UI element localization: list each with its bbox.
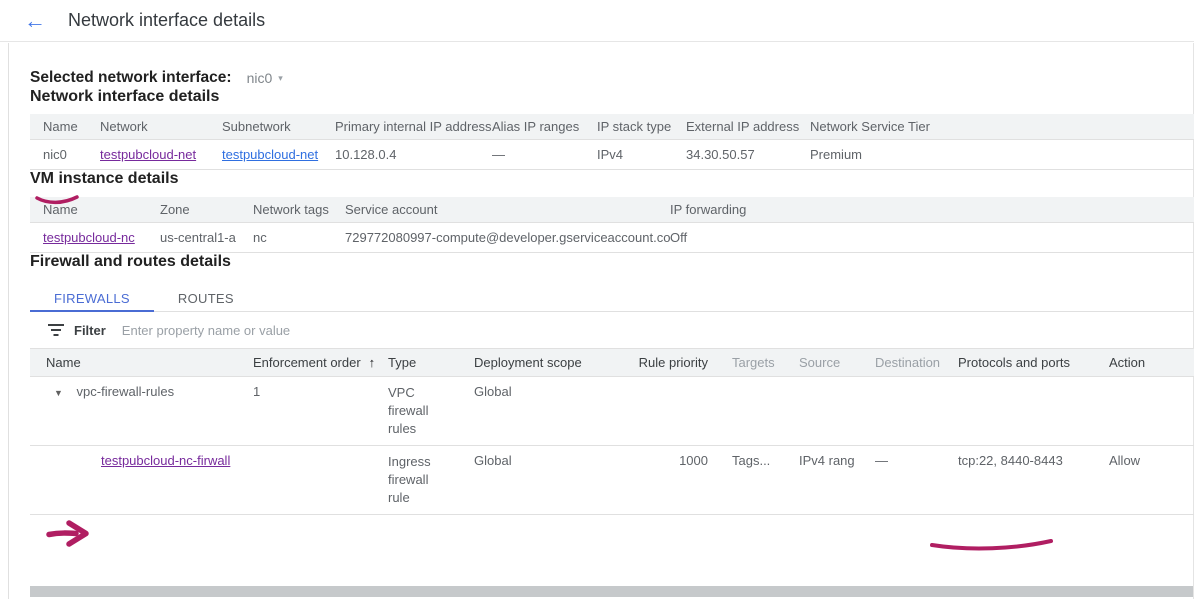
column-header: Name <box>30 114 100 140</box>
primary-internal-ip-cell: 10.128.0.4 <box>335 140 492 170</box>
rule-priority-cell: 1000 <box>620 446 712 515</box>
table-header-row: Name Enforcement order ↑ Type Deployment … <box>30 349 1194 377</box>
network-tags-cell: nc <box>253 223 345 253</box>
rule-priority-cell <box>620 377 712 446</box>
filter-icon <box>48 324 64 336</box>
network-service-tier-cell: Premium <box>810 140 1194 170</box>
column-header: External IP address <box>686 114 810 140</box>
enforcement-order-cell: 1 <box>253 377 388 446</box>
chevron-down-icon: ▾ <box>278 73 283 84</box>
tab-firewalls[interactable]: FIREWALLS <box>30 285 154 311</box>
content-panel: Selected network interface: nic0 ▾ Netwo… <box>8 43 1194 599</box>
column-header: Network Service Tier <box>810 114 1194 140</box>
firewall-rule-row: testpubcloud-nc-firwall Ingress firewall… <box>30 446 1194 515</box>
sort-ascending-icon: ↑ <box>369 355 376 370</box>
page-title: Network interface details <box>68 10 265 31</box>
column-header: Service account <box>345 197 670 223</box>
network-interface-details-page: ← Network interface details Selected net… <box>0 0 1194 599</box>
column-header: Network tags <box>253 197 345 223</box>
firewall-rule-link[interactable]: testpubcloud-nc-firwall <box>101 453 230 468</box>
firewall-group-name: vpc-firewall-rules <box>77 384 175 399</box>
ip-stack-type-cell: IPv4 <box>597 140 686 170</box>
firewall-routes-tabs: FIREWALLS ROUTES <box>30 285 1193 312</box>
interface-selector-line: Selected network interface: nic0 ▾ <box>30 68 1193 88</box>
column-header: IP stack type <box>597 114 686 140</box>
column-header: Source <box>799 349 875 377</box>
network-link[interactable]: testpubcloud-net <box>100 147 196 162</box>
back-arrow-icon[interactable]: ← <box>24 10 46 32</box>
column-header: Primary internal IP address <box>335 114 492 140</box>
column-header: Name <box>30 197 160 223</box>
targets-cell[interactable]: Tags... <box>712 446 799 515</box>
type-cell: Ingress firewall rule <box>388 453 444 507</box>
type-cell: VPC firewall rules <box>388 384 444 438</box>
filter-bar: Filter <box>30 312 1193 349</box>
nic-name-cell: nic0 <box>30 140 100 170</box>
column-header: Protocols and ports <box>958 349 1109 377</box>
external-ip-cell: 34.30.50.57 <box>686 140 810 170</box>
column-header: Subnetwork <box>222 114 335 140</box>
action-cell <box>1109 377 1194 446</box>
destination-cell: — <box>875 446 958 515</box>
app-bar: ← Network interface details <box>0 0 1194 42</box>
column-header: Action <box>1109 349 1194 377</box>
protocols-ports-cell <box>958 377 1109 446</box>
targets-cell <box>712 377 799 446</box>
deployment-scope-cell: Global <box>474 446 620 515</box>
table-header-row: Name Zone Network tags Service account I… <box>30 197 1194 223</box>
collapse-triangle-icon[interactable]: ▼ <box>54 388 63 398</box>
column-header: Rule priority <box>620 349 712 377</box>
filter-input[interactable] <box>120 322 544 339</box>
source-cell <box>799 377 875 446</box>
protocols-ports-cell: tcp:22, 8440-8443 <box>958 446 1109 515</box>
firewall-routes-details-title: Firewall and routes details <box>30 253 1193 271</box>
service-account-cell: 729772080997-compute@developer.gservicea… <box>345 223 670 253</box>
column-header: Destination <box>875 349 958 377</box>
firewall-group-row: ▼ vpc-firewall-rules 1 VPC firewall rule… <box>30 377 1194 446</box>
column-header: Type <box>388 349 474 377</box>
interface-selector-value: nic0 <box>247 70 273 86</box>
table-header-row: Name Network Subnetwork Primary internal… <box>30 114 1194 140</box>
vm-instance-details-title: VM instance details <box>30 170 1193 188</box>
interface-selector-dropdown[interactable]: nic0 ▾ <box>247 70 283 86</box>
destination-cell <box>875 377 958 446</box>
column-header-label: Enforcement order <box>253 355 361 370</box>
vm-instance-link[interactable]: testpubcloud-nc <box>43 230 135 245</box>
action-cell: Allow <box>1109 446 1194 515</box>
column-header: Alias IP ranges <box>492 114 597 140</box>
filter-label: Filter <box>74 323 106 338</box>
firewalls-table: Name Enforcement order ↑ Type Deployment … <box>30 349 1194 515</box>
zone-cell: us-central1-a <box>160 223 253 253</box>
source-cell[interactable]: IPv4 rang <box>799 446 875 515</box>
column-header: Network <box>100 114 222 140</box>
table-row: testpubcloud-nc us-central1-a nc 7297720… <box>30 223 1194 253</box>
column-header: Name <box>30 349 253 377</box>
network-interface-details-title: Network interface details <box>30 88 1193 106</box>
column-header: Targets <box>712 349 799 377</box>
vm-instance-table: Name Zone Network tags Service account I… <box>30 197 1194 253</box>
column-header-sortable[interactable]: Enforcement order ↑ <box>253 349 388 377</box>
interface-selector-label: Selected network interface: <box>30 69 232 87</box>
subnetwork-link[interactable]: testpubcloud-net <box>222 147 318 162</box>
deployment-scope-cell: Global <box>474 377 620 446</box>
column-header: Zone <box>160 197 253 223</box>
network-interface-table: Name Network Subnetwork Primary internal… <box>30 114 1194 170</box>
alias-ip-ranges-cell: — <box>492 140 597 170</box>
horizontal-scrollbar[interactable] <box>30 586 1193 597</box>
column-header: Deployment scope <box>474 349 620 377</box>
ip-forwarding-cell: Off <box>670 223 1194 253</box>
tab-routes[interactable]: ROUTES <box>154 285 258 311</box>
column-header: IP forwarding <box>670 197 1194 223</box>
table-row: nic0 testpubcloud-net testpubcloud-net 1… <box>30 140 1194 170</box>
enforcement-order-cell <box>253 446 388 515</box>
